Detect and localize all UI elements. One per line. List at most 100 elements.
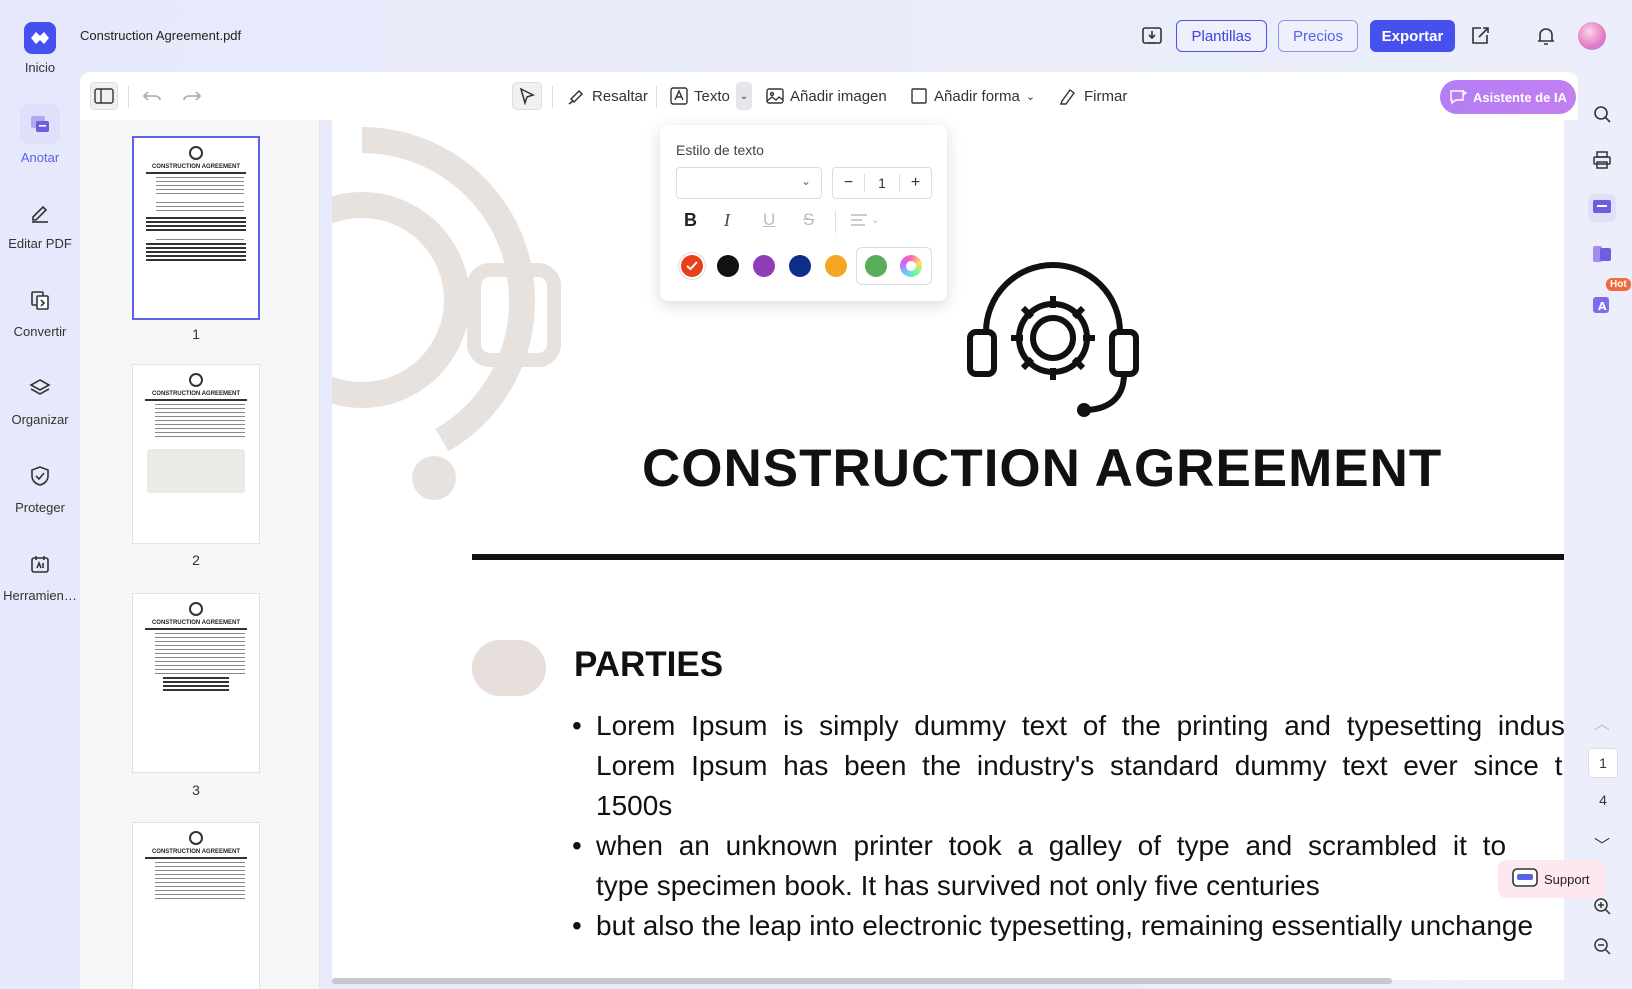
support-label: Support (1544, 871, 1590, 887)
rail-item-home[interactable]: Inicio (0, 22, 80, 75)
file-name: Construction Agreement.pdf (80, 28, 242, 43)
text-style-popup: Estilo de texto ⌄ − 1 + B I U S ⌄ (660, 125, 947, 301)
rail-label-organize: Organizar (11, 412, 69, 427)
templates-button[interactable]: Plantillas (1176, 20, 1267, 52)
rail-item-convert[interactable]: Convertir (0, 282, 80, 339)
italic-button[interactable]: I (724, 210, 730, 231)
section-marker (472, 640, 546, 696)
strikethrough-button[interactable]: S (803, 210, 814, 230)
ai-reader-icon[interactable] (1588, 240, 1616, 268)
rail-item-annotate[interactable]: Anotar (0, 104, 80, 165)
color-swatch-purple[interactable] (753, 255, 775, 277)
rail-item-edit-pdf[interactable]: Editar PDF (0, 194, 80, 251)
font-family-select[interactable]: ⌄ (676, 167, 822, 199)
page-down-icon[interactable]: ﹀ (1588, 830, 1616, 858)
pen-sign-icon (1060, 89, 1075, 105)
rail-label-convert: Convertir (13, 324, 67, 339)
rail-label-edit-pdf: Editar PDF (8, 236, 72, 251)
print-icon[interactable] (1588, 146, 1616, 174)
page-number-label: 3 (192, 782, 200, 798)
convert-icon (22, 282, 58, 318)
highlighter-icon (568, 89, 584, 105)
ai-chat-icon (1450, 89, 1468, 105)
add-image-button[interactable]: Añadir imagen (766, 82, 887, 110)
color-swatch-black[interactable] (717, 255, 739, 277)
avatar[interactable] (1578, 22, 1606, 50)
text-style-dropdown-button[interactable]: ⌄ (736, 82, 752, 110)
share-icon[interactable] (1468, 24, 1492, 48)
highlight-button[interactable]: Resaltar (566, 82, 648, 110)
bullet-1-line-1: Lorem Ipsum is simply dummy text of the … (596, 710, 1564, 741)
rail-label-tools: Herramien… (3, 588, 77, 603)
bell-icon[interactable] (1534, 24, 1558, 48)
page-thumbnail[interactable]: CONSTRUCTION AGREEMENT (132, 593, 260, 773)
rail-item-tools[interactable]: Herramien… (0, 546, 80, 603)
title-rule (472, 554, 1564, 560)
zoom-in-icon[interactable] (1588, 892, 1616, 920)
shape-chevron-down-icon: ⌄ (1025, 90, 1036, 103)
toggle-sidebar-button[interactable] (90, 82, 118, 110)
page-thumbnail[interactable]: CONSTRUCTION AGREEMENT (132, 136, 260, 320)
color-swatch-navy[interactable] (789, 255, 811, 277)
bullet-1-line-3: 1500s (596, 790, 673, 821)
add-shape-label: Añadir forma (934, 87, 1020, 105)
thumb-title: CONSTRUCTION AGREEMENT (151, 620, 241, 626)
tools-icon (22, 546, 58, 582)
rail-item-organize[interactable]: Organizar (0, 370, 80, 427)
sign-label: Firmar (1084, 87, 1128, 105)
pdf-page[interactable]: CONSTRUCTION AGREEMENT PARTIES • Lorem I… (332, 120, 1564, 980)
select-tool-button[interactable] (512, 82, 542, 110)
decrease-size-button[interactable]: − (833, 174, 865, 192)
undo-button[interactable] (142, 82, 162, 110)
translate-icon[interactable]: A (1588, 290, 1616, 318)
home-logo-icon (24, 22, 56, 54)
redo-icon (183, 91, 202, 101)
document-title: CONSTRUCTION AGREEMENT (642, 439, 1443, 498)
total-pages: 4 (1599, 792, 1607, 808)
color-swatch-red[interactable] (681, 255, 703, 277)
thumb-gear-icon (189, 146, 203, 160)
custom-color-picker[interactable] (900, 255, 922, 277)
current-page-input[interactable]: 1 (1588, 748, 1618, 778)
ai-assistant-label: Asistente de IA (1473, 89, 1567, 105)
cursor-icon (519, 87, 535, 105)
sign-button[interactable]: Firmar (1058, 82, 1127, 110)
font-size-stepper[interactable]: − 1 + (832, 167, 932, 199)
comment-panel-icon[interactable] (1588, 194, 1616, 222)
download-icon[interactable] (1140, 24, 1164, 48)
text-box-icon (670, 87, 688, 105)
color-swatch-orange[interactable] (825, 255, 847, 277)
thumb-title: CONSTRUCTION AGREEMENT (151, 164, 241, 170)
pricing-button[interactable]: Precios (1278, 20, 1358, 52)
text-tool-button[interactable]: Texto (670, 82, 730, 110)
edit-pdf-icon (22, 194, 58, 230)
thumbnail-panel: CONSTRUCTION AGREEMENT 1 CONSTRUCTION AG… (80, 120, 320, 989)
page-thumbnail[interactable]: CONSTRUCTION AGREEMENT (132, 364, 260, 544)
ai-assistant-button[interactable]: Asistente de IA (1440, 80, 1576, 114)
image-icon (766, 88, 784, 104)
page-thumbnail[interactable]: CONSTRUCTION AGREEMENT (132, 822, 260, 989)
rail-item-protect[interactable]: Proteger (0, 458, 80, 515)
color-swatch-green[interactable] (865, 255, 887, 277)
zoom-out-icon[interactable] (1588, 932, 1616, 960)
page-up-icon[interactable]: ︿ (1588, 708, 1616, 736)
check-icon (686, 261, 698, 271)
rail-label-annotate: Anotar (20, 150, 60, 165)
underline-button[interactable]: U (763, 210, 775, 230)
horizontal-scrollbar[interactable] (332, 978, 1392, 984)
section-heading: PARTIES (574, 645, 724, 684)
bullet-1-line-2: Lorem Ipsum has been the industry's stan… (596, 750, 1563, 781)
bullet-3-line-1: but also the leap into electronic typese… (596, 910, 1534, 941)
increase-size-button[interactable]: + (899, 174, 931, 192)
rail-label-protect: Proteger (15, 500, 65, 515)
list-item: • when an unknown printer took a galley … (572, 826, 1564, 906)
export-button[interactable]: Exportar (1370, 20, 1455, 52)
font-size-value[interactable]: 1 (865, 175, 899, 191)
thumb-gear-icon (189, 602, 203, 616)
align-dropdown-button[interactable]: ⌄ (850, 213, 879, 227)
add-shape-button[interactable]: Añadir forma ⌄ (910, 82, 1035, 110)
bullet-list: • Lorem Ipsum is simply dummy text of th… (572, 706, 1564, 946)
redo-button[interactable] (182, 82, 202, 110)
bold-button[interactable]: B (684, 210, 697, 231)
search-icon[interactable] (1588, 100, 1616, 128)
